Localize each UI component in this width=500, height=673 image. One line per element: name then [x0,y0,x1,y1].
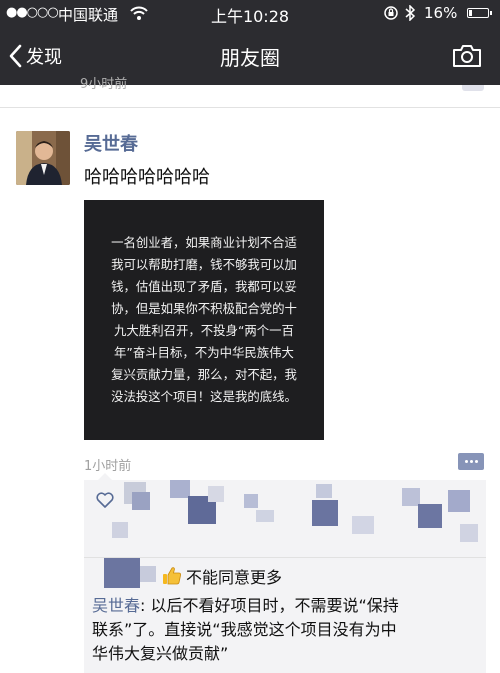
wifi-icon [130,6,148,20]
comment-2-separator: : [140,596,151,615]
chevron-left-icon [9,44,22,68]
post-image-text-line: 我可以帮助打磨，钱不够我可以加 [111,257,297,272]
lock-rotation-icon [384,6,398,20]
post-divider [0,107,500,108]
comment-2-author[interactable]: 吴世春 [92,596,140,615]
more-dots-icon[interactable] [458,453,484,470]
blurred-liker [244,494,258,508]
likes-row [84,480,486,558]
battery-percent: 16% [424,4,458,22]
blurred-liker [132,492,150,510]
post-image[interactable]: 一名创业者，如果商业计划不合适 我可以帮助打磨，钱不够我可以加 钱，估值出现了矛盾，… [84,200,324,440]
post-author[interactable]: 吴世春 [84,130,138,156]
post-image-text-line: 没法投这个项目！这是我的底线。 [111,389,297,404]
previous-post-time: 9小时前 [80,77,128,92]
thumbs-up-icon [163,567,181,585]
blurred-commenter [140,566,156,582]
comment-2-text-line-1: 以后不看好项目时，不需要说“保持 [150,596,399,615]
comment-1-text: 不能同意更多 [186,568,283,587]
blurred-liker [316,484,332,498]
post-image-text-line: 协，但是如果你不积极配合党的十 [111,301,297,316]
blurred-liker [112,522,128,538]
comment-2-text-line-3: 华伟大复兴做贡献” [92,644,229,663]
blurred-commenter [104,558,140,588]
bluetooth-icon [405,5,416,21]
comment-box: 不能同意更多 吴世春: 以后不看好项目时，不需要说“保持 联系”了。直接说“我感… [84,473,486,673]
post-image-text-line: 年”奋斗目标，不为中华民族伟大 [114,345,294,360]
blurred-liker [352,516,374,534]
blurred-liker [208,486,224,502]
status-time: 上午10:28 [210,7,290,26]
blurred-liker [418,504,442,528]
blurred-liker [256,510,274,522]
post-image-text-line: 钱，估值出现了矛盾，我都可以妥 [111,279,297,294]
post-image-text-line: 复兴贡献力量，那么，对不起，我 [111,367,297,382]
post-time: 1小时前 [84,459,132,474]
blurred-liker [448,490,470,512]
comment-1[interactable]: 不能同意更多 [162,564,282,588]
comment-2-text-line-2: 联系”了。直接说“我感觉这个项目没有为中 [92,620,397,639]
camera-icon[interactable] [452,44,482,68]
post-image-text-line: 九大胜利召开，不投身“两个一百 [114,323,294,338]
battery-icon [467,8,492,18]
heart-icon [96,492,114,508]
blurred-liker [460,524,478,542]
carrier-name: 中国联通 [58,6,119,24]
page-title: 朋友圈 [220,46,280,70]
previous-post-more-button[interactable] [462,85,484,91]
moments-feed[interactable]: 9小时前 吴世春 哈哈哈哈哈哈哈 一名创业者，如果商业计划不合适 我可以帮助打磨，… [0,77,500,673]
post-image-text-line: 一名创业者，如果商业计划不合适 [111,235,297,250]
blurred-liker [312,500,338,526]
nav-bar: 发现 朋友圈 [0,28,500,85]
comment-2-line-3[interactable]: 华伟大复兴做贡献” [92,640,228,664]
blurred-liker [170,480,190,498]
battery-level [469,10,472,16]
top-bar: ●●○○○ 中国联通 上午10:28 16% 发现 朋友圈 [0,0,500,85]
post-text: 哈哈哈哈哈哈哈 [84,167,210,188]
back-label: 发现 [26,47,62,68]
avatar[interactable] [16,131,70,185]
signal-strength: ●●○○○ [6,5,59,20]
comment-2-line-2[interactable]: 联系”了。直接说“我感觉这个项目没有为中 [92,616,397,640]
status-bar: ●●○○○ 中国联通 上午10:28 16% [0,0,500,28]
comment-2-line-1[interactable]: 吴世春: 以后不看好项目时，不需要说“保持 [92,592,399,616]
back-button[interactable]: 发现 [8,38,62,74]
avatar-image [16,131,70,185]
